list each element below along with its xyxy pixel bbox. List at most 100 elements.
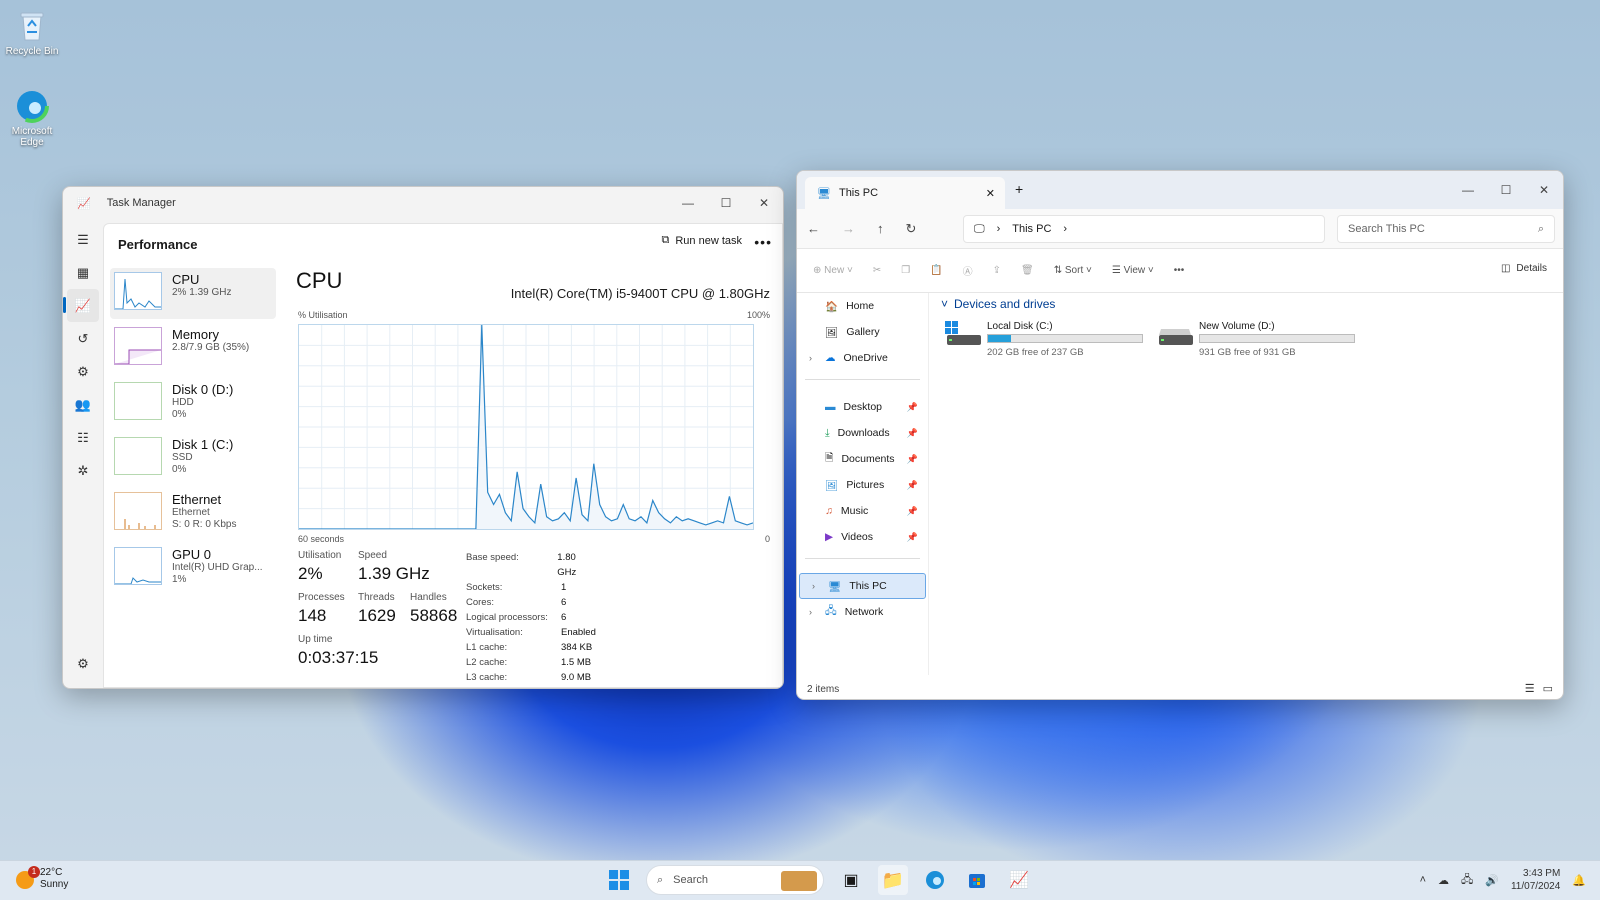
close-button[interactable]: ✕ xyxy=(745,187,783,219)
share-icon[interactable]: ⇪ xyxy=(993,265,1001,276)
cut-icon[interactable]: ✂ xyxy=(873,265,881,276)
resource-item-disk-0[interactable]: Disk 0 (D:) HDD 0% xyxy=(110,378,276,429)
maximize-button[interactable]: ☐ xyxy=(1487,174,1525,206)
taskbar-center: ⌕ Search ▣ 📁 📈 xyxy=(604,865,1034,895)
more-options-icon[interactable]: ••• xyxy=(754,234,772,250)
resource-name: Disk 1 (C:) xyxy=(172,437,234,452)
close-tab-icon[interactable]: ✕ xyxy=(986,187,995,200)
chevron-up-icon[interactable]: ˄ xyxy=(1420,874,1426,886)
nav-onedrive[interactable]: › ☁ OneDrive xyxy=(797,345,928,371)
task-manager-window: 📈 Task Manager — ☐ ✕ ☰ ▦ 📈 ↺ ⚙ 👥 ☷ ✲ ⚙ P… xyxy=(62,186,784,689)
paste-icon[interactable]: 📋 xyxy=(930,265,942,276)
stat-label: Handles xyxy=(410,592,447,603)
store-icon[interactable] xyxy=(962,865,992,895)
run-task-icon: ⧉ xyxy=(661,234,670,246)
nav-pictures[interactable]: 🖼 Pictures 📌 xyxy=(797,472,928,498)
back-icon[interactable]: ← xyxy=(807,221,820,236)
address-bar[interactable]: 🖵 › This PC › xyxy=(963,215,1325,243)
chevron-right-icon[interactable]: › xyxy=(1063,223,1067,235)
desktop-icon-edge[interactable]: Microsoft Edge xyxy=(0,88,64,148)
view-button[interactable]: ☰ View ˅ xyxy=(1112,265,1154,276)
breadcrumb-this-pc[interactable]: This PC xyxy=(1012,223,1051,235)
run-new-task-button[interactable]: ⧉ Run new task xyxy=(661,234,742,247)
resource-item-ethernet[interactable]: Ethernet Ethernet S: 0 R: 0 Kbps xyxy=(110,488,276,539)
task-manager-taskbar-icon[interactable]: 📈 xyxy=(1004,865,1034,895)
services-icon[interactable]: ✲ xyxy=(63,454,103,487)
nav-this-pc[interactable]: › 🖥 This PC xyxy=(799,573,926,599)
hamburger-icon[interactable]: ☰ xyxy=(63,223,103,256)
edge-taskbar-icon[interactable] xyxy=(920,865,950,895)
memory-thumbnail-graph xyxy=(114,327,162,365)
search-input[interactable]: Search This PC ⌕ xyxy=(1337,215,1555,243)
delete-icon[interactable]: 🗑 xyxy=(1021,265,1034,276)
divider xyxy=(805,558,920,559)
nav-network[interactable]: › 🖧 Network xyxy=(797,599,928,625)
file-explorer-taskbar-icon[interactable]: 📁 xyxy=(878,865,908,895)
spec-key: Cores: xyxy=(466,597,494,608)
group-header[interactable]: ˅ Devices and drives xyxy=(937,293,1563,311)
details-icon[interactable]: ☷ xyxy=(63,421,103,454)
drive-usage-bar xyxy=(987,334,1143,343)
nav-documents[interactable]: 🗎 Documents 📌 xyxy=(797,446,928,472)
volume-icon[interactable]: 🔊 xyxy=(1485,874,1499,887)
settings-icon[interactable]: ⚙ xyxy=(63,647,103,680)
chevron-right-icon[interactable]: › xyxy=(809,353,812,363)
processes-icon[interactable]: ▦ xyxy=(63,256,103,289)
drive-c[interactable]: Local Disk (C:) 202 GB free of 237 GB xyxy=(945,321,1143,358)
network-icon: 🖧 xyxy=(825,605,837,617)
rename-icon[interactable]: Ⓐ xyxy=(963,263,973,278)
spec-row: Sockets: 1 xyxy=(466,580,596,595)
resource-name: GPU 0 xyxy=(172,547,212,562)
spec-key: Virtualisation: xyxy=(466,627,523,638)
resource-item-gpu[interactable]: GPU 0 Intel(R) UHD Grap... 1% xyxy=(110,543,276,594)
new-tab-button[interactable]: + xyxy=(1015,181,1023,197)
start-button[interactable] xyxy=(604,865,634,895)
task-view-icon[interactable]: ▣ xyxy=(836,865,866,895)
resource-item-memory[interactable]: Memory 2.8/7.9 GB (35%) xyxy=(110,323,276,374)
nav-downloads[interactable]: ⤓ Downloads 📌 xyxy=(797,420,928,446)
more-options-icon[interactable]: ••• xyxy=(1174,265,1185,276)
onedrive-icon[interactable]: ☁ xyxy=(1438,874,1449,887)
minimize-button[interactable]: — xyxy=(669,187,707,219)
sort-button[interactable]: ⇅ Sort ˅ xyxy=(1054,265,1092,276)
nav-desktop[interactable]: ▬ Desktop 📌 xyxy=(797,394,928,420)
minimize-button[interactable]: — xyxy=(1449,174,1487,206)
copy-icon[interactable]: ❐ xyxy=(901,265,910,276)
resource-item-cpu[interactable]: CPU 2% 1.39 GHz xyxy=(110,268,276,319)
new-button[interactable]: ⊕ New ˅ xyxy=(813,265,853,276)
network-icon[interactable]: 🖧 xyxy=(1461,871,1473,890)
app-history-icon[interactable]: ↺ xyxy=(63,322,103,355)
details-pane-icon: ◫ xyxy=(1500,263,1511,274)
details-view-icon[interactable]: ☰ xyxy=(1525,682,1535,695)
startup-apps-icon[interactable]: ⚙ xyxy=(63,355,103,388)
taskbar-search[interactable]: ⌕ Search xyxy=(646,865,824,895)
x-axis-min-label: 0 xyxy=(764,534,770,544)
spec-row: L2 cache: 1.5 MB xyxy=(466,655,596,670)
nav-videos[interactable]: ▶ Videos 📌 xyxy=(797,524,928,550)
tiles-view-icon[interactable]: ▭ xyxy=(1543,682,1553,695)
resource-usage: S: 0 R: 0 Kbps xyxy=(172,519,237,530)
desktop-icon-recycle-bin[interactable]: Recycle Bin xyxy=(0,8,64,57)
resource-item-disk-1[interactable]: Disk 1 (C:) SSD 0% xyxy=(110,433,276,484)
drive-name: Local Disk (C:) xyxy=(987,321,1053,332)
maximize-button[interactable]: ☐ xyxy=(707,187,745,219)
nav-home[interactable]: 🏠 Home xyxy=(797,293,928,319)
performance-icon[interactable]: 📈 xyxy=(63,289,99,322)
nav-gallery[interactable]: 🖼 Gallery xyxy=(797,319,928,345)
clock[interactable]: 3:43 PM 11/07/2024 xyxy=(1511,867,1560,893)
forward-icon[interactable]: → xyxy=(842,221,855,236)
weather-widget[interactable]: 1 22°C Sunny xyxy=(16,866,68,891)
gpu-thumbnail-graph xyxy=(114,547,162,585)
chevron-right-icon[interactable]: › xyxy=(809,607,812,617)
refresh-icon[interactable]: ↻ xyxy=(906,221,917,237)
users-icon[interactable]: 👥 xyxy=(63,388,103,421)
up-icon[interactable]: ↑ xyxy=(877,221,884,236)
drive-d[interactable]: New Volume (D:) 931 GB free of 931 GB xyxy=(1157,321,1355,358)
nav-music[interactable]: ♫ Music 📌 xyxy=(797,498,928,524)
tab-this-pc[interactable]: 🖥 This PC ✕ xyxy=(805,177,1005,209)
notification-bell-icon[interactable]: 🔔 xyxy=(1572,874,1586,887)
details-button[interactable]: ◫ Details xyxy=(1501,263,1547,274)
drive-free-space: 931 GB free of 931 GB xyxy=(1199,347,1296,358)
close-button[interactable]: ✕ xyxy=(1525,174,1563,206)
chevron-right-icon[interactable]: › xyxy=(812,581,815,591)
